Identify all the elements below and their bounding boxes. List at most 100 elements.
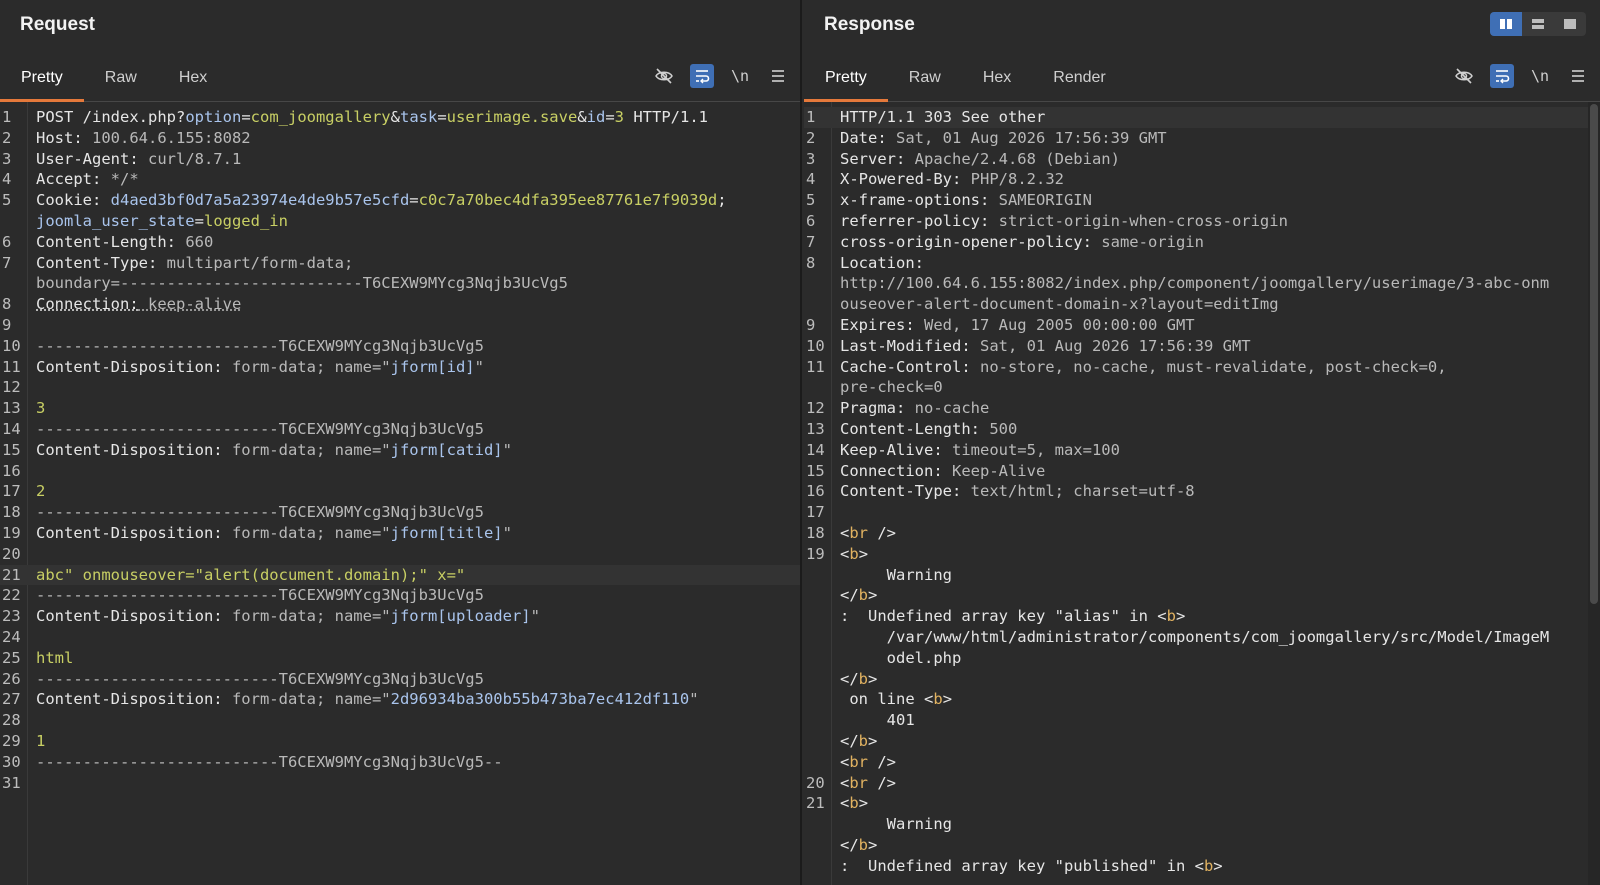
stacked-layout-icon[interactable] <box>1522 12 1554 36</box>
code-line: 11 Cache-Control: no-store, no-cache, mus… <box>806 357 1447 376</box>
code-line: 3 User-Agent: curl/8.7.1 <box>2 149 242 168</box>
code-line: 9 <box>2 315 12 334</box>
code-line: 20 <br /> <box>806 773 897 792</box>
single-layout-icon[interactable] <box>1554 12 1586 36</box>
code-line: 10 Last-Modified: Sat, 01 Aug 2026 17:56:… <box>806 336 1251 355</box>
layout-switch <box>1490 12 1586 36</box>
response-tabbar: Pretty Raw Hex Render \n <box>804 50 1600 102</box>
code-line: 14 --------------------------T6CEXW9MYcg3… <box>2 419 484 438</box>
code-line: 19<br /> <box>840 752 897 771</box>
code-line: 31 <box>2 773 21 792</box>
code-line: 15 Content-Disposition: form-data; name="… <box>2 440 512 459</box>
code-line: 14 Keep-Alive: timeout=5, max=100 <box>806 440 1120 459</box>
code-line: 13 Content-Length: 500 <box>806 419 1018 438</box>
menu-icon[interactable] <box>1566 64 1590 88</box>
code-line: 28 <box>2 711 21 730</box>
code-line: 24 <box>2 627 21 646</box>
code-line: 30 --------------------------T6CEXW9MYcg3… <box>2 752 503 771</box>
code-line: 17 <box>806 503 825 522</box>
code-line: 29 1 <box>2 731 46 750</box>
menu-icon[interactable] <box>766 64 790 88</box>
code-line: 19 Content-Disposition: form-data; name="… <box>2 523 512 542</box>
request-header: Request <box>0 0 800 50</box>
code-line: 17 2 <box>2 482 46 501</box>
code-line: 8http://100.64.6.155:8082/index.php/comp… <box>840 274 1550 293</box>
hide-nonprintable-icon[interactable] <box>1452 64 1476 88</box>
code-line: 6 referrer-policy: strict-origin-when-cro… <box>806 211 1288 230</box>
code-line: 9 Expires: Wed, 17 Aug 2005 00:00:00 GMT <box>806 315 1195 334</box>
request-tab-pretty[interactable]: Pretty <box>0 49 84 102</box>
wrap-lines-icon[interactable] <box>1490 64 1514 88</box>
request-tab-raw[interactable]: Raw <box>84 49 158 101</box>
code-line: 2 Host: 100.64.6.155:8082 <box>2 128 251 147</box>
code-line: 23 Content-Disposition: form-data; name="… <box>2 607 540 626</box>
request-title: Request <box>20 14 95 35</box>
code-line: 19: Undefined array key "alias" in <b> <box>840 607 1186 626</box>
response-tab-hex[interactable]: Hex <box>962 49 1032 101</box>
response-editor[interactable]: 1 HTTP/1.1 303 See other 2 Date: Sat, 01 A… <box>804 102 1600 885</box>
code-line: 21 <b> <box>806 794 869 813</box>
code-line: 7 Content-Type: multipart/form-data; <box>2 253 354 272</box>
code-line: 7 cross-origin-opener-policy: same-origin <box>806 232 1204 251</box>
code-line: 4 X-Powered-By: PHP/8.2.32 <box>806 170 1064 189</box>
wrap-lines-icon[interactable] <box>690 64 714 88</box>
code-line: 10 --------------------------T6CEXW9MYcg3… <box>2 336 484 355</box>
code-line: 16 <box>2 461 21 480</box>
response-pane: Response Pretty Raw Hex Render \n 1 HTTP… <box>804 0 1600 885</box>
hide-nonprintable-icon[interactable] <box>652 64 676 88</box>
code-line: 5 Cookie: d4aed3bf0d7a5a23974e4de9b57e5cf… <box>2 191 727 210</box>
code-line: 19</b> <box>840 731 878 750</box>
newline-toggle[interactable]: \n <box>728 64 752 88</box>
code-line-highlighted: 21 abc" onmouseover="alert(document.domai… <box>0 564 800 586</box>
code-line: 8 Location: <box>806 253 924 272</box>
code-line: 5joomla_user_state=logged_in <box>36 211 288 230</box>
newline-toggle[interactable]: \n <box>1528 64 1552 88</box>
code-line: 26 --------------------------T6CEXW9MYcg3… <box>2 669 484 688</box>
code-line: 19 odel.php <box>840 648 962 667</box>
response-scrollbar-track[interactable] <box>1588 102 1600 885</box>
request-editor[interactable]: 1 POST /index.php?option=com_joomgallery&… <box>0 102 800 885</box>
request-toolbar: \n <box>652 64 790 88</box>
code-line: 19 <b> <box>806 544 869 563</box>
response-tab-raw[interactable]: Raw <box>888 49 962 101</box>
code-line: 7boundary=--------------------------T6CE… <box>36 274 568 293</box>
code-line: 21: Undefined array key "published" in <… <box>840 856 1223 875</box>
response-scrollbar-thumb[interactable] <box>1590 104 1598 604</box>
code-line: 3 Server: Apache/2.4.68 (Debian) <box>806 149 1120 168</box>
code-line: 8 Connection: keep-alive <box>2 295 242 314</box>
code-line: 19</b> <box>840 669 878 688</box>
side-by-side-layout-icon[interactable] <box>1490 12 1522 36</box>
code-line: 21</b> <box>840 835 878 854</box>
code-line: 19 /var/www/html/administrator/component… <box>840 627 1550 646</box>
code-line: 8ouseover-alert-document-domain-x?layout… <box>840 295 1279 314</box>
response-tab-render[interactable]: Render <box>1032 49 1126 101</box>
code-line: 21 Warning <box>840 815 952 834</box>
code-line: 19</b> <box>840 586 878 605</box>
code-line-highlighted: 1 HTTP/1.1 303 See other <box>804 107 1600 128</box>
code-line: 16 Content-Type: text/html; charset=utf-8 <box>806 482 1195 501</box>
response-tab-pretty[interactable]: Pretty <box>804 49 888 102</box>
code-line: 12 Pragma: no-cache <box>806 399 990 418</box>
code-line: 11 Content-Disposition: form-data; name="… <box>2 357 484 376</box>
code-line: 12 <box>2 378 21 397</box>
request-tab-hex[interactable]: Hex <box>158 49 228 101</box>
code-line: 22 --------------------------T6CEXW9MYcg3… <box>2 586 484 605</box>
code-line: 19 Warning <box>840 565 952 584</box>
code-line: 19 on line <b> <box>840 690 953 709</box>
code-line: 13 3 <box>2 399 46 418</box>
code-line: 2 Date: Sat, 01 Aug 2026 17:56:39 GMT <box>806 128 1167 147</box>
code-line: 19 401 <box>840 711 915 730</box>
code-line: 18 --------------------------T6CEXW9MYcg3… <box>2 503 484 522</box>
code-line: 5 x-frame-options: SAMEORIGIN <box>806 191 1092 210</box>
code-line: 27 Content-Disposition: form-data; name="… <box>2 690 699 709</box>
code-line: 11pre-check=0 <box>840 378 943 397</box>
code-line: 25 html <box>2 648 74 667</box>
code-line: 6 Content-Length: 660 <box>2 232 214 251</box>
response-title: Response <box>824 14 915 35</box>
request-pane: Request Pretty Raw Hex \n 1 POST /index.p… <box>0 0 802 885</box>
code-line: 4 Accept: */* <box>2 170 139 189</box>
code-line: 20 <box>2 544 21 563</box>
request-tabbar: Pretty Raw Hex \n <box>0 50 800 102</box>
code-line: 18 <br /> <box>806 523 897 542</box>
code-line: 1 POST /index.php?option=com_joomgallery&… <box>2 108 709 126</box>
